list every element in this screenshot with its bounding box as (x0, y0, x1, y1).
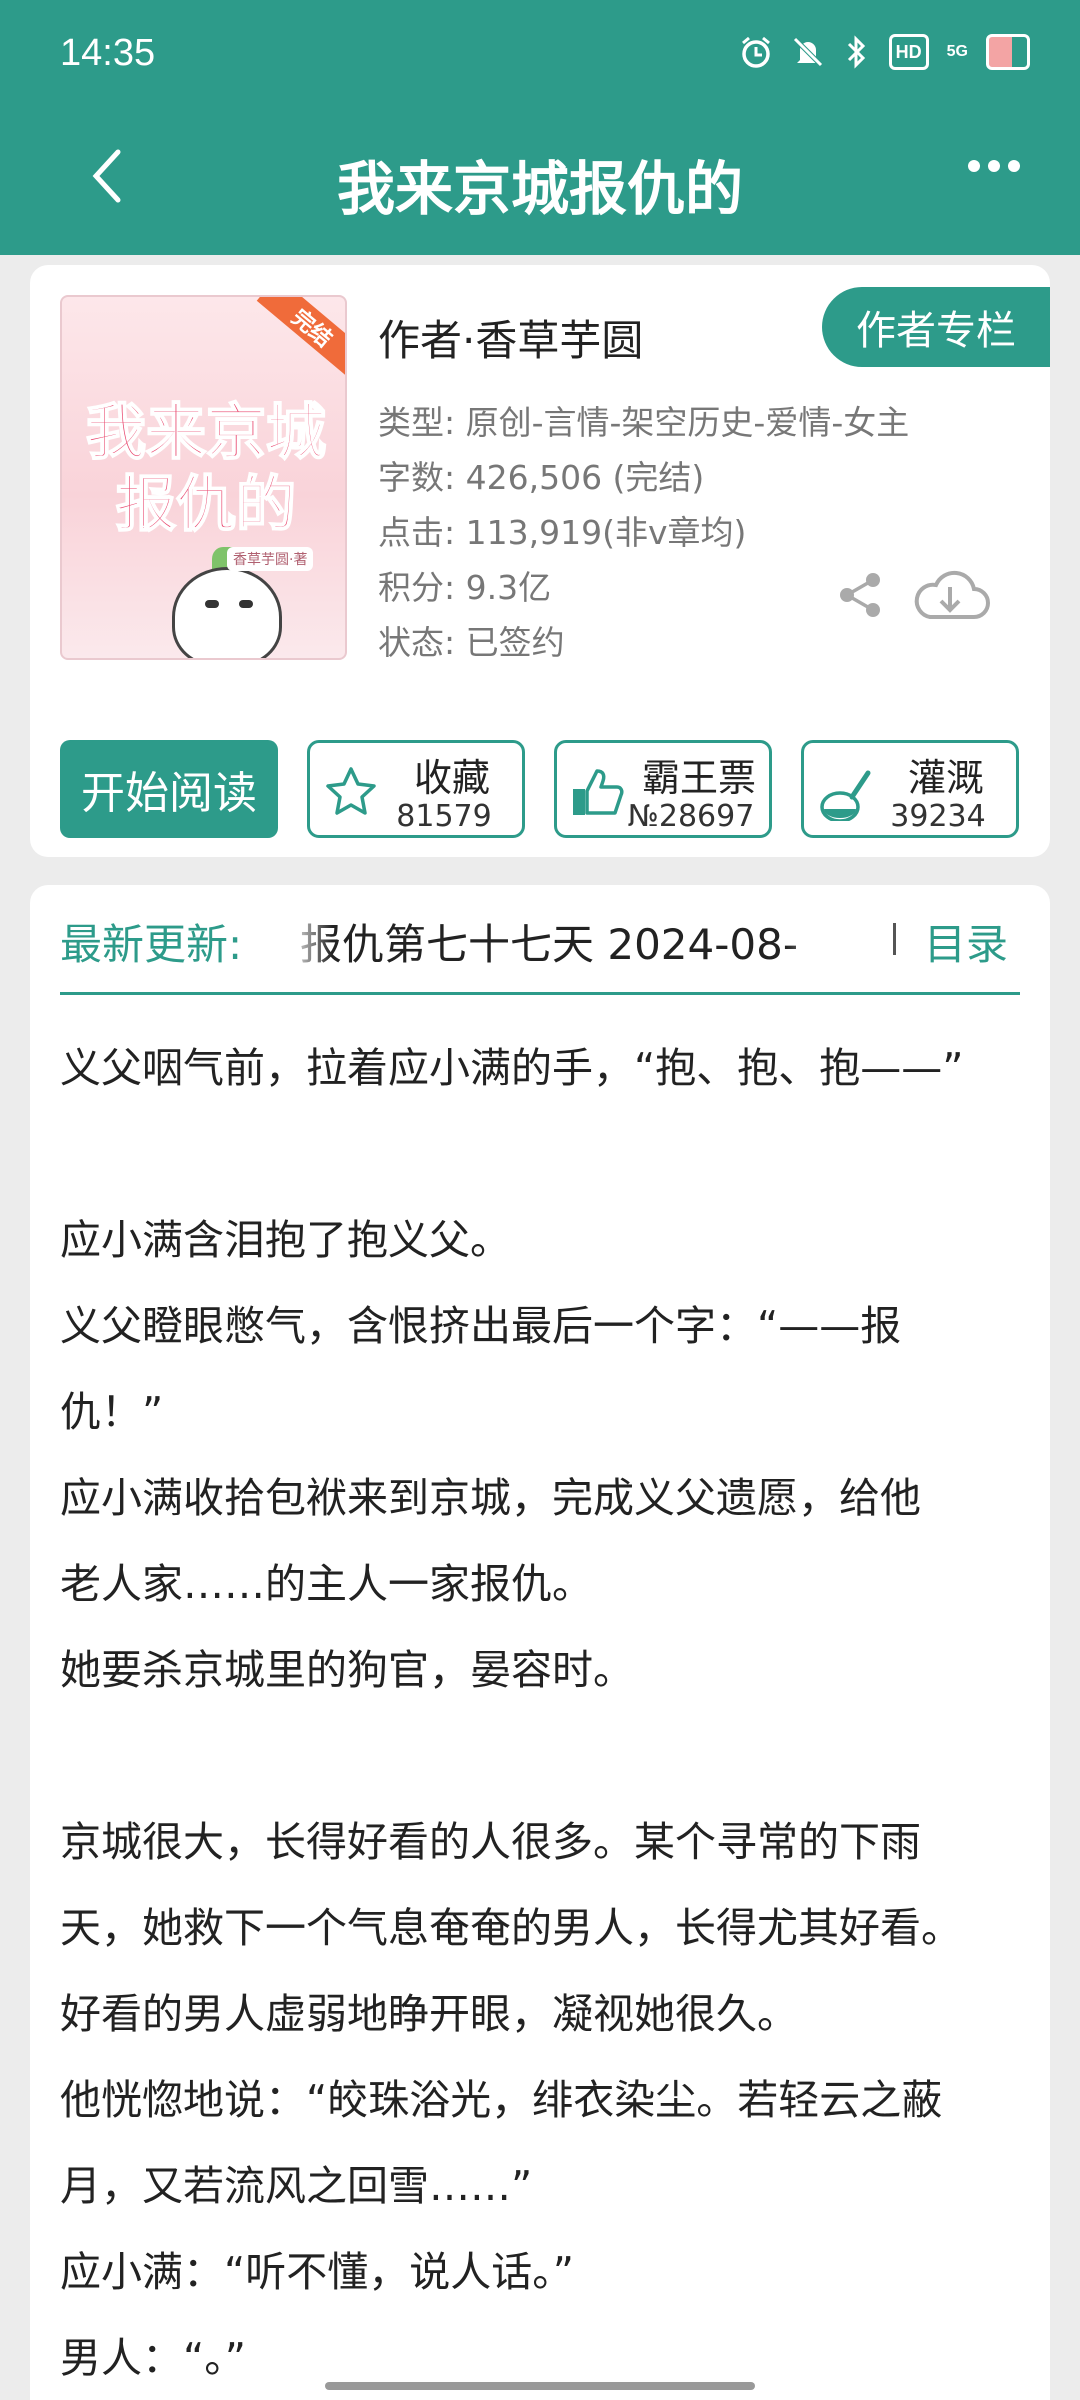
nav-bar: 我来京城报仇的 (0, 120, 1080, 240)
cloud-download-icon (914, 570, 990, 619)
status-time: 14:35 (60, 32, 156, 74)
cover-author: 香草芋圆·著 (227, 547, 314, 571)
paragraph: 好看的男人虚弱地睁开眼，凝视她很久。 (60, 1990, 798, 2038)
favorite-count: 81579 (396, 799, 492, 834)
hd-badge: HD (888, 34, 929, 70)
paragraph: 义父瞪眼憋气，含恨挤出最后一个字：“——报 (60, 1302, 902, 1350)
latest-update-row: 最新更新: 报仇第七十七天 2024-08- 目录 (60, 885, 1020, 995)
irrigate-label: 灌溉 (907, 756, 984, 800)
author-column-button[interactable]: 作者专栏 (822, 287, 1050, 367)
paragraph: 京城很大，长得好看的人很多。某个寻常的下雨 (60, 1818, 921, 1866)
paragraph: 月，又若流风之回雪……” (60, 2162, 533, 2210)
paragraph (60, 1111, 1030, 1197)
home-indicator[interactable] (325, 2382, 755, 2390)
separator (893, 923, 896, 955)
start-reading-button[interactable]: 开始阅读 (60, 740, 278, 838)
meta-clicks: 点击: 113,919(非v章均) (378, 513, 747, 552)
cartoon-illustration (172, 567, 282, 658)
share-icon (840, 573, 880, 617)
paragraph (60, 1713, 1030, 1799)
battery-icon (986, 34, 1030, 70)
latest-update-marquee[interactable]: 报仇第七十七天 2024-08- (300, 911, 840, 972)
cover-title: 我来京城报仇的 (85, 397, 327, 541)
paragraph: 仇！” (60, 1388, 164, 1436)
paragraph: 应小满收拾包袱来到京城，完成义父遗愿，给他 (60, 1474, 921, 1522)
book-info-card: 完结 我来京城报仇的 香草芋圆·著 作者·香草芋圆 作者专栏 类型: 原创-言情… (30, 265, 1050, 857)
book-cover[interactable]: 完结 我来京城报仇的 香草芋圆·著 (60, 295, 347, 660)
dot-icon (1008, 160, 1020, 172)
paragraph: 天，她救下一个气息奄奄的男人，长得尤其好看。 (60, 1904, 962, 1952)
status-bar: 14:35 HD 5G (0, 0, 1080, 110)
alarm-icon (739, 34, 773, 70)
favorite-button[interactable]: 收藏 81579 (307, 740, 525, 838)
paragraph: 应小满：“听不懂，说人话。” (60, 2248, 574, 2296)
ticket-count: №28697 (627, 799, 755, 834)
latest-update-label: 最新更新: (60, 920, 243, 969)
bluetooth-icon (843, 34, 871, 70)
favorite-label: 收藏 (413, 756, 490, 800)
chapter-content-card: 最新更新: 报仇第七十七天 2024-08- 目录 义父咽气前，拉着应小满的手，… (30, 885, 1050, 2400)
mute-bell-icon (791, 34, 825, 70)
complete-ribbon: 完结 (256, 297, 345, 378)
dot-icon (968, 160, 980, 172)
ticket-label: 霸王票 (641, 756, 756, 800)
app-header: 14:35 HD 5G 我来京城报仇的 (0, 0, 1080, 255)
share-button[interactable] (835, 570, 885, 620)
irrigate-count: 39234 (890, 799, 986, 834)
paragraph: 老人家……的主人一家报仇。 (60, 1560, 593, 1608)
network-5g-icon: 5G (946, 43, 968, 60)
page-title: 我来京城报仇的 (336, 155, 743, 223)
paragraph: 应小满含泪抱了抱义父。 (60, 1216, 511, 1264)
meta-points: 积分: 9.3亿 (378, 568, 552, 607)
table-of-contents-link[interactable]: 目录 (924, 911, 1008, 972)
meta-status: 状态: 已签约 (378, 623, 565, 662)
paragraph: 她要杀京城里的狗官，晏容时。 (60, 1646, 634, 1694)
status-icons: HD 5G (739, 34, 1030, 70)
author-name[interactable]: 作者·香草芋圆 (378, 307, 643, 368)
meta-genre: 类型: 原创-言情-架空历史-爱情-女主 (378, 403, 910, 442)
dot-icon (988, 160, 1000, 172)
book-meta: 类型: 原创-言情-架空历史-爱情-女主 字数: 426,506 (完结) 点击… (378, 395, 909, 670)
paragraph: 他恍惚地说：“皎珠浴光，绯衣染尘。若轻云之蔽 (60, 2076, 943, 2124)
paragraph: 义父咽气前，拉着应小满的手，“抱、抱、抱——” (60, 1044, 964, 1092)
more-options-button[interactable] (968, 160, 1020, 172)
chapter-text: 义父咽气前，拉着应小满的手，“抱、抱、抱——” 应小满含泪抱了抱义父。 义父瞪眼… (60, 1025, 1030, 2400)
meta-word-count: 字数: 426,506 (完结) (378, 458, 705, 497)
ticket-button[interactable]: 霸王票 №28697 (554, 740, 772, 838)
irrigate-button[interactable]: 灌溉 39234 (801, 740, 1019, 838)
download-button[interactable] (910, 565, 990, 625)
